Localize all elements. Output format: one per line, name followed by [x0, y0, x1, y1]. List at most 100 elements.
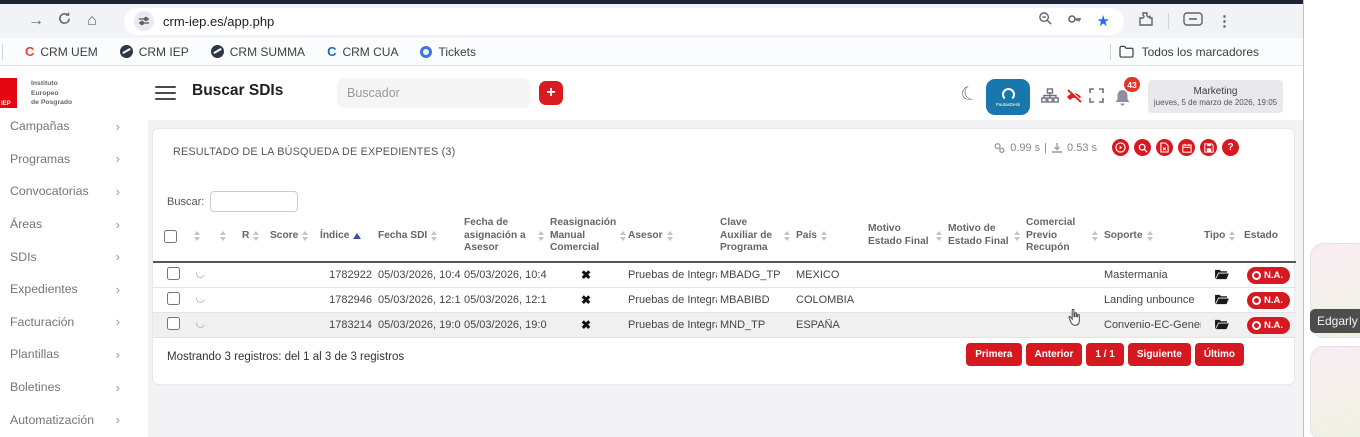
sidebar-item-sdis[interactable]: SDIs› — [0, 240, 148, 273]
search-button[interactable] — [1134, 139, 1151, 156]
estado-badge[interactable]: N.A. — [1247, 317, 1290, 334]
sidebar-item-facturacion[interactable]: Facturación› — [0, 306, 148, 339]
column-header-estado[interactable]: Estado — [1241, 230, 1296, 243]
forward-icon[interactable]: → — [22, 12, 50, 30]
row-checkbox[interactable] — [167, 267, 180, 280]
column-header-score[interactable]: Score — [267, 230, 317, 243]
context-box[interactable]: Marketing jueves, 5 de marzo de 2026, 19… — [1148, 80, 1283, 113]
table-row[interactable]: 1782946 05/03/2026, 12:16 05/03/2026, 12… — [153, 288, 1296, 313]
column-header-motivo-ef[interactable]: Motivo Estado Final — [865, 223, 945, 249]
home-icon[interactable]: ⌂ — [78, 12, 106, 30]
export-file-button[interactable] — [1156, 139, 1173, 156]
extensions-icon[interactable] — [1138, 11, 1154, 32]
sidebar-item-plantillas[interactable]: Plantillas› — [0, 338, 148, 371]
table-row[interactable]: 1783214 05/03/2026, 19:04 05/03/2026, 19… — [153, 313, 1296, 338]
column-header-soporte[interactable]: Soporte — [1101, 230, 1201, 243]
sidebar-item-boletines[interactable]: Boletines› — [0, 371, 148, 404]
cell-asesor: Pruebas de Integración — [625, 269, 717, 281]
sidebar-item-automatizacion[interactable]: Automatización› — [0, 403, 148, 436]
estado-badge[interactable]: N.A. — [1247, 267, 1290, 284]
pagination-last-button[interactable]: Último — [1195, 343, 1244, 366]
sort-icon[interactable] — [667, 231, 673, 241]
sort-icon[interactable] — [784, 231, 790, 241]
pagination-first-button[interactable]: Primera — [966, 343, 1021, 366]
sort-icon[interactable] — [1229, 231, 1235, 241]
table-filter-input[interactable] — [210, 191, 298, 212]
column-header-asesor[interactable]: Asesor — [625, 230, 717, 243]
bookmark-crm-cua[interactable]: C CRM CUA — [327, 44, 398, 59]
column-header-comercial-previo[interactable]: Comercial Previo Recupón — [1023, 217, 1101, 255]
sidebar-item-campanas[interactable]: Campañas› — [0, 110, 148, 143]
chevron-right-icon: › — [116, 119, 120, 134]
bookmark-crm-iep[interactable]: CRM IEP — [120, 45, 189, 59]
sort-icon[interactable] — [194, 231, 200, 241]
sort-icon[interactable] — [253, 231, 259, 241]
browser-menu-icon[interactable]: ⋮ — [1217, 12, 1232, 30]
column-header[interactable] — [213, 231, 239, 241]
expand-icon[interactable] — [1089, 88, 1104, 108]
bookmark-crm-uem[interactable]: C CRM UEM — [25, 44, 98, 59]
sort-icon[interactable] — [1092, 231, 1098, 241]
help-button[interactable]: ? — [1222, 139, 1239, 156]
tickets-favicon — [420, 46, 432, 58]
row-checkbox[interactable] — [167, 292, 180, 305]
calendar-button[interactable] — [1178, 139, 1195, 156]
pautasdesk-button[interactable]: PautasDesk — [986, 79, 1030, 115]
row-checkbox[interactable] — [167, 317, 180, 330]
bookmark-star-icon[interactable]: ★ — [1097, 12, 1110, 30]
table-row[interactable]: 1782922 05/03/2026, 10:43 05/03/2026, 10… — [153, 263, 1296, 288]
sort-icon[interactable] — [821, 231, 827, 241]
sidebar-item-areas[interactable]: Áreas› — [0, 208, 148, 241]
column-header-tipo[interactable]: Tipo — [1201, 230, 1241, 243]
url-bar[interactable]: crm-iep.es/app.php ★ — [124, 8, 1124, 35]
sort-icon[interactable] — [538, 231, 544, 241]
dark-mode-icon[interactable]: ☾ — [958, 81, 981, 108]
sidebar-item-convocatorias[interactable]: Convocatorias› — [0, 175, 148, 208]
run-search-button[interactable] — [1112, 139, 1129, 156]
sitemap-icon[interactable] — [1041, 88, 1059, 108]
pagination-next-button[interactable]: Siguiente — [1128, 343, 1191, 366]
sidebar-item-programas[interactable]: Programas› — [0, 143, 148, 176]
passwords-key-icon[interactable] — [1067, 11, 1083, 32]
column-header-motivo-de-ef[interactable]: Motivo de Estado Final — [945, 223, 1023, 249]
cell-tipo[interactable] — [1201, 318, 1241, 333]
save-button[interactable] — [1200, 139, 1217, 156]
all-bookmarks-button[interactable]: Todos los marcadores — [1110, 44, 1259, 60]
sort-icon[interactable] — [431, 231, 437, 241]
menu-toggle-icon[interactable] — [155, 86, 176, 104]
zoom-icon[interactable] — [1038, 11, 1053, 31]
cell-tipo[interactable] — [1201, 268, 1241, 283]
phone-slash-icon[interactable] — [1064, 88, 1084, 109]
sort-icon[interactable] — [1147, 231, 1153, 241]
pending-arc-icon — [194, 269, 206, 280]
estado-badge[interactable]: N.A. — [1247, 292, 1290, 309]
sort-icon[interactable] — [1014, 231, 1020, 241]
global-search-input[interactable] — [337, 78, 531, 108]
add-button[interactable]: + — [539, 81, 563, 105]
iep-logo[interactable]: IEP — [0, 78, 17, 108]
column-header-clave[interactable]: Clave Auxiliar de Programa — [717, 217, 793, 255]
column-header-r[interactable]: R — [239, 230, 267, 243]
folder-icon — [1119, 45, 1134, 58]
sort-icon[interactable] — [302, 231, 308, 241]
sort-icon[interactable] — [936, 231, 942, 241]
column-header-fecha-asignacion[interactable]: Fecha de asignación a Asesor — [461, 217, 547, 255]
sort-icon[interactable] — [220, 231, 226, 241]
select-all-checkbox[interactable] — [164, 230, 177, 243]
bookmark-crm-summa[interactable]: CRM SUMMA — [211, 45, 305, 59]
column-header-fecha-sdi[interactable]: Fecha SDI — [375, 230, 461, 243]
browser-profile-icon[interactable] — [1183, 12, 1203, 31]
app-header: IEP Instituto Europeo de Posgrado Buscar… — [0, 66, 1303, 120]
reload-icon[interactable] — [50, 11, 78, 31]
sidebar-item-expedientes[interactable]: Expedientes› — [0, 273, 148, 306]
column-header-pais[interactable]: País — [793, 230, 865, 243]
column-header-reasignacion[interactable]: Reasignación Manual Comercial — [547, 217, 625, 255]
cell-tipo[interactable] — [1201, 293, 1241, 308]
url-text[interactable]: crm-iep.es/app.php — [163, 14, 1038, 29]
column-header-indice[interactable]: Índice — [317, 230, 375, 243]
site-settings-icon[interactable] — [134, 11, 154, 31]
bookmark-tickets[interactable]: Tickets — [420, 45, 476, 59]
browser-toolbar: → ⌂ crm-iep.es/app.php ★ — [0, 4, 1303, 38]
column-header[interactable] — [187, 231, 213, 241]
pagination-prev-button[interactable]: Anterior — [1026, 343, 1083, 366]
